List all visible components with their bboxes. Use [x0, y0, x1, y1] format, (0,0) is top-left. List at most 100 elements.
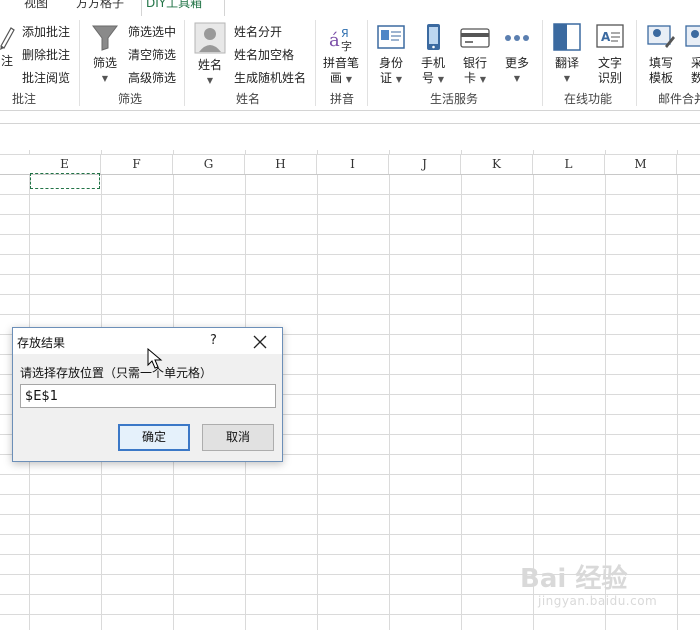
view-comments-button[interactable]: 批注阅览 — [22, 69, 70, 86]
split-name-button[interactable]: 姓名分开 — [234, 23, 282, 40]
id-card-label-line1: 身份 — [378, 56, 403, 70]
column-header-h[interactable]: H — [245, 155, 317, 174]
column-header-i[interactable]: I — [317, 155, 389, 174]
group-separator — [315, 20, 316, 106]
column-header-j[interactable]: J — [389, 155, 461, 174]
advanced-filter-button[interactable]: 高级筛选 — [128, 69, 176, 86]
group-separator — [636, 20, 637, 106]
delete-comment-button[interactable]: 删除批注 — [22, 46, 70, 63]
column-header-e[interactable]: E — [29, 155, 101, 174]
fill-template-button[interactable]: 填写 模板 — [642, 22, 680, 86]
more-dots-icon — [505, 35, 529, 41]
id-card-icon — [377, 25, 405, 49]
funnel-icon — [92, 25, 118, 51]
phone-label-line1: 手机 — [420, 56, 445, 70]
group-label-life-services: 生活服务 — [430, 92, 479, 106]
ribbon: 注 添加批注 删除批注 批注阅览 批注 筛选 ▼ 筛选选中 清空筛选 高级筛选 … — [0, 16, 700, 111]
pencil-icon — [0, 27, 15, 50]
filter-dropdown-icon: ▼ — [101, 74, 109, 83]
tab-fangfang[interactable]: 方方格子 — [72, 0, 128, 14]
help-button[interactable]: ? — [210, 333, 217, 348]
collect-data-icon — [685, 25, 700, 47]
group-label-comment: 批注 — [12, 92, 37, 106]
fill-template-label-line1: 填写 — [648, 56, 673, 70]
fill-template-icon — [647, 25, 675, 48]
ocr-label-line2: 识别 — [597, 71, 622, 85]
name-big-button[interactable]: 姓名 ▼ — [192, 22, 228, 88]
phone-button[interactable]: 手机 号 ▼ — [414, 22, 452, 87]
group-separator — [367, 20, 368, 106]
person-icon — [194, 22, 226, 54]
mouse-pointer-icon — [147, 347, 163, 374]
id-card-dropdown-icon: ▼ — [395, 75, 402, 84]
bank-card-label-line2: 卡 ▼ — [464, 71, 486, 85]
name-big-label: 姓名 — [197, 58, 222, 72]
bank-card-label-line1: 银行 — [462, 56, 487, 70]
phone-icon — [427, 24, 440, 50]
svg-text:字: 字 — [341, 39, 352, 52]
formula-bar[interactable] — [0, 111, 700, 124]
fill-template-label-line2: 模板 — [648, 71, 673, 85]
column-header-m[interactable]: M — [605, 155, 677, 174]
translate-label: 翻译 — [554, 56, 579, 70]
group-separator — [79, 20, 80, 106]
cancel-button[interactable]: 取消 — [202, 424, 274, 451]
group-label-name: 姓名 — [236, 92, 261, 106]
baidu-watermark: Bai 经验 jingyan.baidu.com — [520, 558, 700, 618]
name-dropdown-icon: ▼ — [206, 76, 214, 85]
column-header-l[interactable]: L — [533, 155, 605, 174]
group-label-mail-merge: 邮件合并 — [658, 92, 700, 106]
comment-big-label: 注 — [0, 54, 13, 68]
collect-data-button[interactable]: 采 数 — [684, 22, 700, 86]
group-label-filter: 筛选 — [118, 92, 143, 106]
dialog-title: 存放结果 — [17, 336, 66, 350]
bank-card-icon — [460, 28, 490, 48]
pinyin-icon: á Я 字 — [329, 27, 352, 53]
svg-text:Я: Я — [341, 27, 349, 40]
pinyin-label-line1: 拼音笔 — [322, 56, 359, 70]
watermark-sub: jingyan.baidu.com — [538, 594, 658, 608]
filter-big-button[interactable]: 筛选 ▼ — [88, 22, 122, 86]
tab-diy-toolbox[interactable]: DIY工具箱 — [141, 0, 225, 17]
id-card-button[interactable]: 身份 证 ▼ — [372, 22, 410, 87]
column-header-row: E F G H I J K L M — [0, 155, 700, 175]
id-card-label-line2: 证 ▼ — [380, 71, 402, 85]
translate-dropdown-icon: ▼ — [563, 74, 571, 83]
pinyin-label-line2: 画 ▼ — [330, 71, 352, 85]
text-recognition-icon: A — [596, 24, 624, 48]
pinyin-stroke-button[interactable]: á Я 字 拼音笔 画 ▼ — [320, 22, 362, 87]
ok-button[interactable]: 确定 — [118, 424, 190, 451]
close-icon[interactable] — [253, 330, 267, 354]
group-label-pinyin: 拼音 — [330, 92, 355, 106]
clear-filter-button[interactable]: 清空筛选 — [128, 46, 176, 63]
group-label-online: 在线功能 — [564, 92, 613, 106]
translate-button[interactable]: 翻译 ▼ — [548, 22, 586, 86]
bank-card-dropdown-icon: ▼ — [479, 75, 486, 84]
ocr-button[interactable]: A 文字 识别 — [590, 22, 630, 86]
add-comment-button[interactable]: 添加批注 — [22, 23, 70, 40]
filter-big-label: 筛选 — [92, 56, 117, 70]
location-input[interactable] — [20, 384, 276, 408]
ribbon-tab-bar: 视图 方方格子 DIY工具箱 — [0, 0, 700, 17]
selected-cell-marquee[interactable] — [30, 173, 100, 189]
phone-label-line2: 号 ▼ — [422, 71, 444, 85]
pinyin-dropdown-icon: ▼ — [345, 75, 352, 84]
bank-card-button[interactable]: 银行 卡 ▼ — [456, 22, 494, 87]
column-header-f[interactable]: F — [101, 155, 173, 174]
random-name-button[interactable]: 生成随机姓名 — [234, 69, 306, 86]
column-header-g[interactable]: G — [173, 155, 245, 174]
column-header-k[interactable]: K — [461, 155, 533, 174]
filter-selected-button[interactable]: 筛选选中 — [128, 23, 176, 40]
comment-big-button[interactable]: 注 — [0, 22, 16, 69]
more-label: 更多 — [504, 56, 529, 70]
dialog-prompt: 请选择存放位置（只需一个单元格） — [20, 366, 213, 380]
tab-view[interactable]: 视图 — [20, 0, 52, 14]
name-add-space-button[interactable]: 姓名加空格 — [234, 46, 294, 63]
ocr-label-line1: 文字 — [597, 56, 622, 70]
close-x-glyph — [253, 335, 267, 349]
phone-dropdown-icon: ▼ — [437, 75, 444, 84]
group-separator — [184, 20, 185, 106]
more-button[interactable]: 更多 ▼ — [498, 22, 536, 86]
translate-icon — [553, 23, 581, 51]
watermark-main: Bai 经验 — [520, 564, 628, 594]
